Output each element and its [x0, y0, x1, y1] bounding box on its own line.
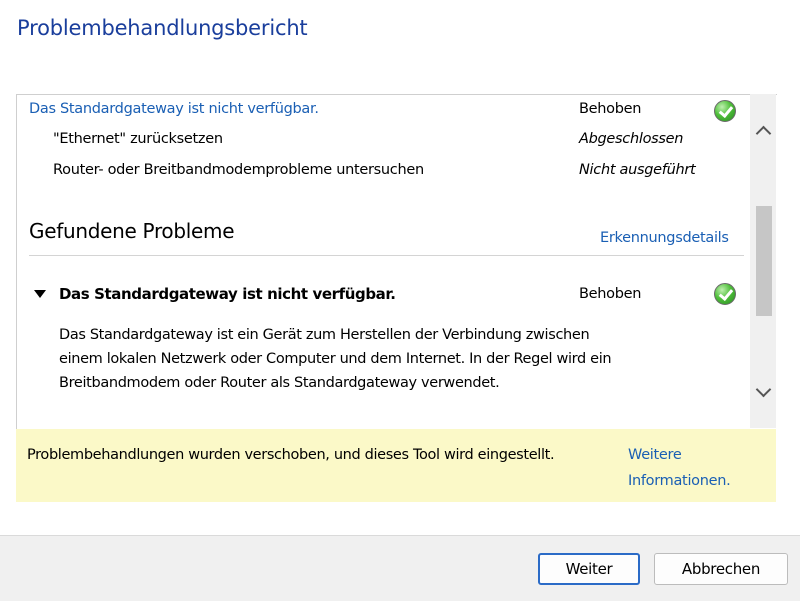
chevron-up-icon [755, 125, 771, 142]
summary-row-status: Nicht ausgeführt [579, 162, 696, 178]
scroll-down-button[interactable] [755, 381, 771, 398]
detection-details-link[interactable]: Erkennungsdetails [600, 230, 729, 246]
description-line: Breitbandmodem oder Router als Standardg… [59, 375, 500, 391]
summary-row-status: Abgeschlossen [579, 131, 684, 147]
vertical-scrollbar[interactable] [750, 94, 776, 428]
dialog-footer: Weiter Abbrechen [0, 535, 800, 601]
next-button[interactable]: Weiter [538, 553, 640, 585]
collapse-triangle-icon[interactable] [34, 290, 46, 298]
more-info-link-line[interactable]: Weitere [628, 442, 730, 468]
green-check-icon [714, 100, 736, 122]
green-check-icon [714, 283, 736, 305]
summary-row-label: "Ethernet" zurücksetzen [53, 131, 223, 147]
summary-row-label: Router- oder Breitbandmodemprobleme unte… [53, 162, 424, 178]
issue-description: Das Standardgateway ist ein Gerät zum He… [59, 323, 699, 395]
issue-status: Behoben [579, 286, 642, 302]
chevron-down-icon [755, 381, 771, 398]
scroll-thumb[interactable] [756, 206, 772, 316]
dialog-title: Problembehandlungsbericht [17, 16, 308, 40]
notice-banner: Problembehandlungen wurden verschoben, u… [16, 429, 776, 502]
issue-title[interactable]: Das Standardgateway ist nicht verfügbar. [59, 285, 396, 303]
description-line: Das Standardgateway ist ein Gerät zum He… [59, 327, 590, 343]
summary-row-label[interactable]: Das Standardgateway ist nicht verfügbar. [29, 101, 319, 117]
section-title: Gefundene Probleme [29, 219, 235, 243]
notice-text: Problembehandlungen wurden verschoben, u… [27, 447, 555, 463]
summary-row-status: Behoben [579, 101, 642, 117]
more-info-link-line[interactable]: Informationen. [628, 468, 731, 494]
description-line: einem lokalen Netzwerk oder Computer und… [59, 351, 612, 367]
section-divider [29, 255, 744, 256]
report-panel: Das Standardgateway ist nicht verfügbar.… [16, 94, 777, 429]
scroll-up-button[interactable] [755, 122, 771, 142]
more-info-link[interactable]: Weitere Informationen. [628, 442, 731, 494]
cancel-button[interactable]: Abbrechen [654, 553, 788, 585]
